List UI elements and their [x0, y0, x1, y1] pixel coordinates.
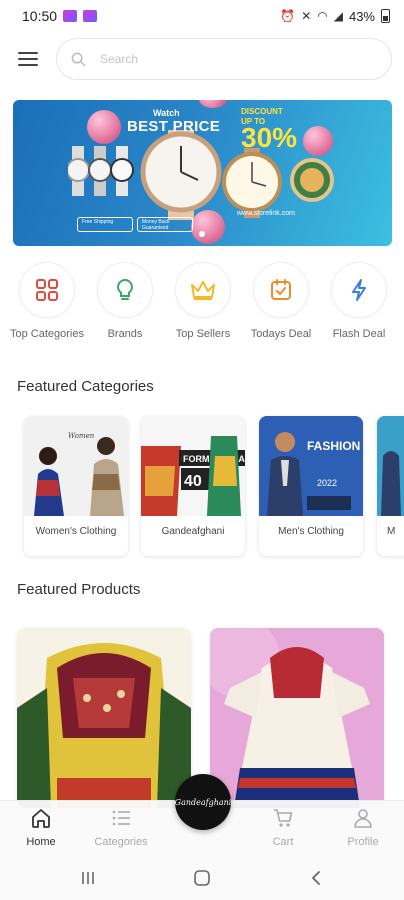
category-card-mens[interactable]: FASHION TREND 2022 Men's Clothing [259, 416, 363, 556]
banner-tag-guarantee: Money Back Guaranteed [137, 217, 193, 232]
notification-icon-2 [83, 10, 98, 22]
nav-profile[interactable]: Profile [328, 807, 398, 848]
mens-clothing-image: FASHION TREND 2022 [259, 416, 363, 516]
banner-url: www.storelink.com [237, 210, 295, 217]
quick-item-todays-deal[interactable]: Todays Deal [238, 262, 324, 340]
search-input[interactable] [100, 52, 350, 66]
status-bar: 10:50 ⏰ ✕ ◠ ◢ 43% [0, 0, 404, 32]
brand-logo: Gandeafghani [174, 797, 232, 807]
product-card[interactable] [17, 628, 191, 808]
quick-label: Brands [107, 328, 143, 340]
category-image: Women [24, 416, 128, 516]
calendar-check-icon [271, 279, 291, 300]
womens-clothing-image: Women [24, 416, 128, 516]
quick-icon-circle [19, 262, 75, 318]
nav-home[interactable]: Home [6, 807, 76, 848]
bulb-icon [117, 278, 133, 300]
search-bar[interactable] [56, 38, 392, 80]
cart-icon [274, 809, 293, 827]
category-label: Gandeafghani [161, 526, 225, 537]
partial-category-image [377, 416, 404, 516]
quick-categories: Top Categories Brands Top Sellers Todays… [0, 262, 404, 346]
category-card-partial[interactable]: M [377, 416, 404, 556]
promo-banner[interactable]: Watch BEST PRICE DISCOUNT UP TO 30% Free… [13, 100, 392, 246]
quick-label: Top Categories [10, 328, 84, 340]
center-logo-button[interactable]: Gandeafghani [175, 774, 231, 830]
watches-illustration [68, 130, 334, 220]
category-label: M [387, 526, 396, 537]
svg-text:Women: Women [68, 432, 95, 440]
status-left: 10:50 [22, 8, 98, 24]
category-label: Women's Clothing [35, 526, 117, 537]
back-button[interactable] [296, 866, 336, 890]
home-icon [32, 809, 50, 828]
nav-label: Home [26, 836, 56, 848]
system-home-icon [194, 870, 210, 886]
quick-icon-circle [331, 262, 387, 318]
category-card-gandeafghani[interactable]: FORMAL WEAR 40 Gandeafghani [141, 416, 245, 556]
quick-label: Top Sellers [175, 328, 231, 340]
featured-categories-title: Featured Categories [17, 378, 154, 395]
formal-wear-number: 40 [184, 473, 202, 490]
featured-categories-row[interactable]: Women Women's Clothing FORMAL WEAR 40 Ga… [0, 414, 404, 560]
banner-tag-shipping: Free Shipping [77, 217, 133, 232]
recents-button[interactable] [68, 866, 108, 890]
featured-products-title: Featured Products [17, 581, 141, 598]
crown-icon [191, 281, 215, 300]
mute-icon: ✕ [301, 9, 312, 23]
battery-percent: 43% [348, 8, 375, 24]
quick-icon-circle [175, 262, 231, 318]
status-time: 10:50 [22, 8, 58, 24]
profile-icon [354, 809, 372, 828]
category-image: FASHION TREND 2022 [259, 416, 363, 516]
decor-ball [199, 100, 227, 108]
banner-title: BEST PRICE [127, 118, 221, 135]
quick-item-brands[interactable]: Brands [82, 262, 168, 340]
battery-icon [381, 9, 390, 23]
category-label: Men's Clothing [278, 526, 344, 537]
app-header [0, 36, 404, 82]
lightning-icon [352, 279, 366, 301]
category-image: FORMAL WEAR 40 [141, 416, 245, 516]
hamburger-icon [18, 52, 38, 66]
notification-icon [63, 10, 78, 22]
search-icon [71, 52, 86, 66]
product-card[interactable] [210, 628, 384, 808]
recents-icon [82, 872, 94, 884]
quick-icon-circle [253, 262, 309, 318]
quick-item-top-sellers[interactable]: Top Sellers [160, 262, 246, 340]
nav-label: Categories [94, 836, 148, 848]
fashion-trend-text: FASHION TREND [307, 439, 363, 453]
nav-categories[interactable]: Categories [86, 807, 156, 848]
quick-item-flash-deal[interactable]: Flash Deal [316, 262, 402, 340]
status-right: ⏰ ✕ ◠ ◢ 43% [280, 9, 390, 24]
wifi-icon: ◠ [317, 9, 328, 23]
nav-label: Profile [347, 836, 379, 848]
product-image [17, 628, 191, 808]
category-image [377, 416, 404, 516]
back-icon [312, 871, 320, 885]
nav-cart[interactable]: Cart [248, 807, 318, 848]
banner-discount-value: 30% [241, 122, 298, 153]
nav-label: Cart [272, 836, 294, 848]
grid-icon [36, 279, 58, 301]
alarm-icon: ⏰ [280, 9, 296, 23]
banner-discount-label: DISCOUNT [241, 107, 283, 116]
gandeafghani-image: FORMAL WEAR 40 [141, 416, 245, 516]
quick-label: Flash Deal [332, 328, 386, 340]
fashion-trend-year: 2022 [317, 478, 337, 488]
home-system-button[interactable] [182, 866, 222, 890]
carousel-indicator [199, 231, 205, 237]
category-card-womens[interactable]: Women Women's Clothing [24, 416, 128, 556]
banner-watch-label: Watch [153, 108, 180, 118]
list-icon [112, 810, 130, 826]
signal-icon: ◢ [333, 9, 343, 23]
menu-button[interactable] [0, 36, 56, 82]
quick-icon-circle [97, 262, 153, 318]
quick-item-top-categories[interactable]: Top Categories [4, 262, 90, 340]
quick-label: Todays Deal [250, 328, 312, 340]
product-image [210, 628, 384, 808]
system-navigation [0, 856, 404, 900]
